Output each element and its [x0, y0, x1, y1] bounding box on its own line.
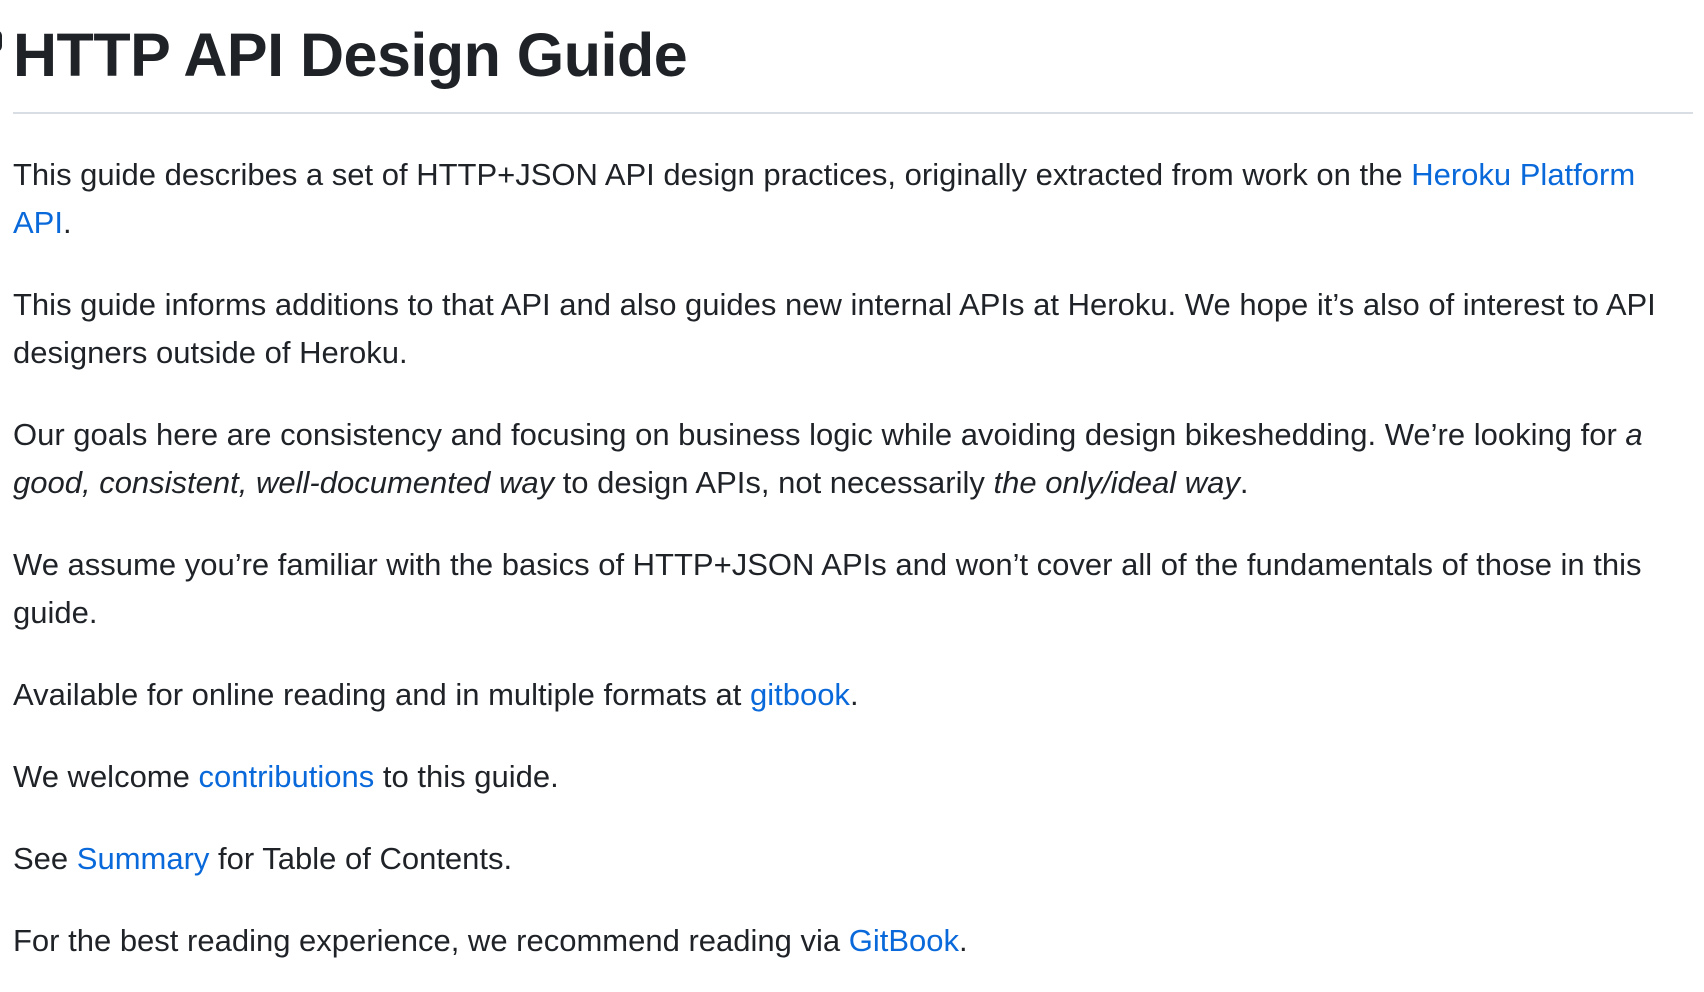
availability-end: . [849, 677, 859, 712]
reading-paragraph: For the best reading experience, we reco… [13, 917, 1693, 965]
intro-paragraph: This guide describes a set of HTTP+JSON … [13, 151, 1693, 247]
summary-paragraph: See Summary for Table of Contents. [13, 835, 1693, 883]
gitbook-link[interactable]: gitbook [750, 677, 850, 712]
assumptions-paragraph: We assume you’re familiar with the basic… [13, 547, 1642, 630]
goals-end: . [1239, 465, 1249, 500]
readme-body: This guide describes a set of HTTP+JSON … [13, 151, 1693, 965]
heading-anchor-icon[interactable] [0, 30, 2, 52]
summary-text: See [13, 841, 77, 876]
gitbook-reading-link[interactable]: GitBook [849, 923, 959, 958]
contributions-link[interactable]: contributions [199, 759, 375, 794]
contributions-paragraph: We welcome contributions to this guide. [13, 753, 1693, 801]
summary-link[interactable]: Summary [77, 841, 210, 876]
goals-text-a: Our goals here are consistency and focus… [13, 417, 1626, 452]
availability-paragraph: Available for online reading and in mult… [13, 671, 1693, 719]
contributions-text: We welcome [13, 759, 199, 794]
intro-text: This guide describes a set of HTTP+JSON … [13, 157, 1412, 192]
scope-paragraph: This guide informs additions to that API… [13, 287, 1656, 370]
goals-paragraph: Our goals here are consistency and focus… [13, 411, 1693, 507]
page-title: HTTP API Design Guide [13, 21, 688, 89]
goals-emphasis-b: the only/ideal way [993, 465, 1240, 500]
contributions-end: to this guide. [374, 759, 559, 794]
heading-divider [13, 112, 1693, 114]
intro-end: . [62, 205, 72, 240]
reading-text: For the best reading experience, we reco… [13, 923, 849, 958]
availability-text: Available for online reading and in mult… [13, 677, 750, 712]
summary-end: for Table of Contents. [209, 841, 513, 876]
goals-text-b: to design APIs, not necessarily [554, 465, 994, 500]
reading-end: . [959, 923, 968, 958]
readme-content: HTTP API Design Guide This guide describ… [13, 0, 1693, 965]
